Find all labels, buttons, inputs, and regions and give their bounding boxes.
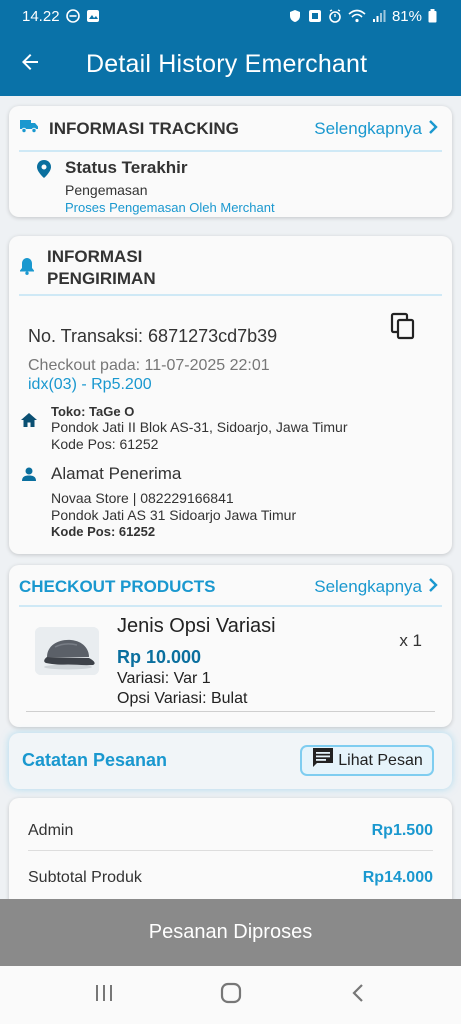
back-button[interactable] <box>0 32 60 96</box>
system-back-button[interactable] <box>328 970 388 1020</box>
status-bar: 14.22 81% <box>0 0 461 32</box>
status-time: 14.22 <box>22 7 60 25</box>
products-title: CHECKOUT PRODUCTS <box>19 577 216 596</box>
products-more-label: Selengkapnya <box>314 577 422 596</box>
receiver-name-phone: Novaa Store | 082229166841 <box>51 490 234 506</box>
copy-button[interactable] <box>389 312 419 342</box>
transaction-number: No. Transaksi: 6871273cd7b39 <box>28 326 278 346</box>
shipping-divider <box>19 294 442 296</box>
status-value: Pengemasan <box>65 182 148 198</box>
bell-icon <box>19 257 35 280</box>
view-message-button[interactable]: Lihat Pesan <box>300 745 434 776</box>
home-button[interactable] <box>201 970 261 1020</box>
person-icon <box>22 467 36 539</box>
tracking-more-link[interactable]: Selengkapnya <box>314 119 438 139</box>
app-bar: Detail History Emerchant <box>0 32 461 96</box>
order-processed-button[interactable]: Pesanan Diproses <box>0 899 461 966</box>
store-info: Toko: TaGe O Pondok Jati II Blok AS-31, … <box>19 404 442 453</box>
truck-icon <box>19 118 39 139</box>
alarm-icon <box>328 9 342 23</box>
tracking-card: INFORMASI TRACKING Selengkapnya Status T… <box>9 106 452 217</box>
home-icon <box>21 407 37 453</box>
page-title: Detail History Emerchant <box>86 49 368 78</box>
home-circle-icon <box>220 982 242 1009</box>
product-variant: Variasi: Var 1 <box>117 670 211 687</box>
receiver-postal: Kode Pos: 61252 <box>51 524 156 539</box>
shipping-header: INFORMASI PENGIRIMAN <box>19 246 442 290</box>
payment-summary-card: Admin Rp1.500 Subtotal Produk Rp14.000 <box>9 798 452 899</box>
tracking-more-label: Selengkapnya <box>314 118 422 138</box>
tracking-header: INFORMASI TRACKING Selengkapnya <box>19 118 438 139</box>
tracking-divider <box>19 150 442 152</box>
store-postal: Kode Pos: 61252 <box>51 436 159 452</box>
product-option: Opsi Variasi: Bulat <box>117 690 248 707</box>
chat-message-icon <box>311 747 335 774</box>
store-address: Pondok Jati II Blok AS-31, Sidoarjo, Jaw… <box>51 419 348 435</box>
view-message-label: Lihat Pesan <box>338 751 423 769</box>
summary-divider <box>28 850 433 851</box>
recent-apps-icon <box>94 984 114 1007</box>
system-nav-bar <box>0 966 461 1024</box>
shipping-card: INFORMASI PENGIRIMAN No. Transaksi: 6871… <box>9 236 452 554</box>
products-header: CHECKOUT PRODUCTS Selengkapnya <box>19 577 438 597</box>
product-variant-info: Variasi: Var 1 Opsi Variasi: Bulat <box>117 669 247 709</box>
summary-value: Rp1.500 <box>371 822 433 839</box>
product-quantity: x 1 <box>399 631 422 650</box>
product-image[interactable] <box>35 627 99 675</box>
store-name: Toko: TaGe O <box>51 404 135 419</box>
battery-icon <box>428 9 437 23</box>
receiver-info: Alamat Penerima Novaa Store | 0822291668… <box>19 464 442 539</box>
signal-icon <box>372 9 386 23</box>
battery-level: 81% <box>391 7 422 25</box>
recent-apps-button[interactable] <box>74 970 134 1020</box>
copy-icon <box>389 312 417 344</box>
product-divider <box>26 711 435 712</box>
receiver-address: Pondok Jati AS 31 Sidoarjo Jawa Timur <box>51 507 297 523</box>
shipping-title-line2: PENGIRIMAN <box>47 269 156 288</box>
products-more-link[interactable]: Selengkapnya <box>314 577 438 597</box>
summary-label: Subtotal Produk <box>28 869 142 886</box>
order-notes-card: Catatan Pesanan Lihat Pesan <box>9 733 452 789</box>
status-title: Status Terakhir <box>65 158 188 177</box>
checkout-date: Checkout pada: 11-07-2025 22:01 <box>28 357 270 374</box>
gallery-icon <box>86 9 100 23</box>
product-price: Rp 10.000 <box>117 647 202 667</box>
shield-icon <box>288 9 302 23</box>
app-notification-icon <box>308 9 322 23</box>
products-card: CHECKOUT PRODUCTS Selengkapnya Jenis Ops… <box>9 565 452 727</box>
tracking-title: INFORMASI TRACKING <box>49 118 239 138</box>
arrow-left-icon <box>18 50 42 79</box>
status-description: Proses Pengemasan Oleh Merchant <box>65 200 275 215</box>
summary-row-admin: Admin Rp1.500 <box>28 822 433 840</box>
shipping-title-line1: INFORMASI <box>47 247 143 266</box>
tracking-status: Status Terakhir Pengemasan Proses Pengem… <box>37 158 442 215</box>
dnd-icon <box>65 9 80 23</box>
receiver-title: Alamat Penerima <box>51 464 182 483</box>
chevron-right-icon <box>428 119 438 139</box>
wifi-icon <box>348 9 366 23</box>
summary-row-subtotal: Subtotal Produk Rp14.000 <box>28 869 433 887</box>
content-scroll[interactable]: INFORMASI TRACKING Selengkapnya Status T… <box>0 96 461 899</box>
summary-label: Admin <box>28 822 74 839</box>
chevron-right-icon <box>428 577 438 597</box>
products-divider <box>19 605 442 607</box>
order-notes-label: Catatan Pesanan <box>22 750 168 770</box>
idx-price: idx(03) - Rp5.200 <box>28 376 152 393</box>
chevron-left-icon <box>351 983 365 1008</box>
product-name: Jenis Opsi Variasi <box>117 615 276 637</box>
location-pin-icon <box>37 158 51 215</box>
summary-value: Rp14.000 <box>362 869 433 886</box>
